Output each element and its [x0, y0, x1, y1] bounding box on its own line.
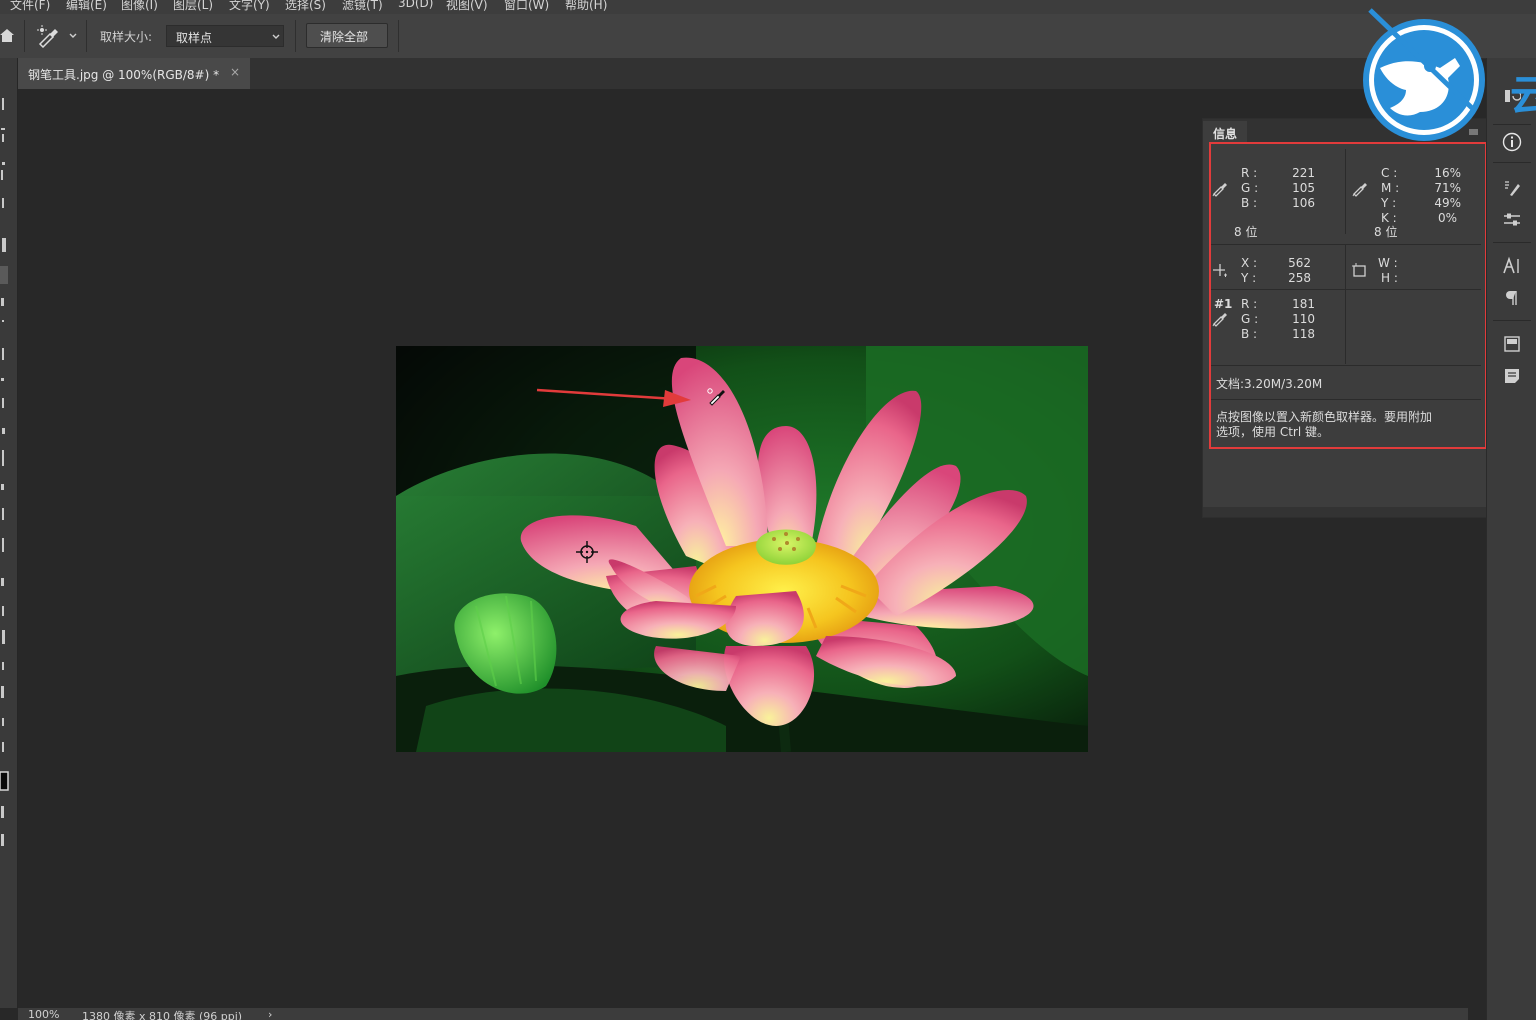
sample-size-label: 取样大小: — [100, 30, 153, 44]
cmyk-k-label: K : — [1381, 211, 1397, 225]
panel-divider — [1345, 245, 1346, 289]
hint-line-2: 选项，使用 Ctrl 键。 — [1216, 425, 1329, 439]
options-bar: 取样大小: 取样点 清除全部 — [0, 14, 1536, 59]
menu-file[interactable]: 文件(F) — [10, 0, 50, 13]
character-icon[interactable] — [1499, 254, 1525, 278]
sampler-1-b-value: 118 — [1292, 327, 1315, 341]
panel-resize-handle[interactable] — [1203, 507, 1487, 517]
sample-size-select[interactable]: 取样点 — [166, 25, 284, 47]
cmyk-m-value: 71% — [1434, 181, 1461, 195]
options-divider — [295, 20, 296, 52]
document-tab[interactable]: 钢笔工具.jpg @ 100%(RGB/8#) * × — [18, 58, 250, 89]
libraries-icon[interactable] — [1499, 332, 1525, 356]
cmyk-bits: 8 位 — [1374, 225, 1398, 239]
menu-edit[interactable]: 编辑(E) — [66, 0, 107, 13]
menu-bar: 文件(F) 编辑(E) 图像(I) 图层(L) 文字(Y) 选择(S) 滤镜(T… — [0, 0, 1536, 14]
position-x-value: 562 — [1288, 256, 1311, 270]
annotation-arrow — [536, 388, 691, 407]
dock-divider — [1493, 242, 1531, 243]
menu-window[interactable]: 窗口(W) — [504, 0, 549, 13]
document-dimensions: 1380 像素 x 810 像素 (96 ppi) — [82, 1010, 243, 1020]
sample-size-value: 取样点 — [176, 31, 213, 45]
panel-dock — [1486, 58, 1536, 1020]
dock-divider — [1493, 162, 1531, 163]
home-icon[interactable] — [0, 26, 14, 44]
crosshair-icon — [1211, 261, 1229, 282]
eyedropper-icon — [1211, 179, 1229, 200]
color-sampler-marker-icon[interactable] — [574, 539, 600, 565]
position-y-label: Y : — [1241, 271, 1257, 285]
menu-type[interactable]: 文字(Y) — [229, 0, 270, 13]
cmyk-y-label: Y : — [1381, 196, 1397, 210]
menu-image[interactable]: 图像(I) — [121, 0, 158, 13]
sampler-1-r-label: R : — [1241, 297, 1258, 311]
menu-3d[interactable]: 3D(D) — [398, 0, 433, 10]
paragraph-icon[interactable] — [1499, 286, 1525, 310]
tools-panel — [0, 58, 18, 1008]
size-h-label: H : — [1381, 271, 1398, 285]
eyedropper-icon — [1211, 309, 1229, 330]
notes-icon[interactable] — [1499, 364, 1525, 388]
document-tab-bar: 钢笔工具.jpg @ 100%(RGB/8#) * × — [18, 58, 1468, 89]
rgb-g-label: G : — [1241, 181, 1259, 195]
menu-help[interactable]: 帮助(H) — [565, 0, 607, 13]
chevron-down-icon — [272, 34, 280, 39]
panel-divider — [1209, 365, 1481, 366]
tab-info-label: 信息 — [1213, 127, 1238, 141]
rgb-r-label: R : — [1241, 166, 1258, 180]
eyedropper-icon — [1351, 179, 1369, 200]
panel-divider — [1345, 149, 1346, 234]
rgb-b-value: 106 — [1292, 196, 1315, 210]
lotus-photo[interactable] — [396, 346, 1088, 752]
menu-select[interactable]: 选择(S) — [285, 0, 326, 13]
rgb-b-label: B : — [1241, 196, 1258, 210]
cmyk-c-label: C : — [1381, 166, 1398, 180]
tools-icons-strip[interactable] — [0, 58, 17, 1008]
zoom-level[interactable]: 100% — [28, 1008, 59, 1020]
rgb-r-value: 221 — [1292, 166, 1315, 180]
panel-divider — [1345, 290, 1346, 364]
sampler-1-g-label: G : — [1241, 312, 1259, 326]
status-menu-chevron-icon[interactable]: › — [268, 1008, 272, 1020]
watermark-text: 云 — [1510, 71, 1536, 120]
close-tab-icon[interactable]: × — [230, 65, 240, 79]
position-y-value: 258 — [1288, 271, 1311, 285]
tool-preset-chevron-down-icon[interactable] — [68, 30, 78, 40]
watermark-logo: 云 — [1360, 8, 1536, 148]
cmyk-y-value: 49% — [1434, 196, 1461, 210]
options-divider — [398, 20, 399, 52]
rgb-bits: 8 位 — [1234, 225, 1258, 239]
cmyk-k-value: 0% — [1437, 211, 1457, 225]
menu-layer[interactable]: 图层(L) — [173, 0, 213, 13]
selection-size-icon — [1351, 261, 1369, 282]
status-bar: 100% 1380 像素 x 810 像素 (96 ppi) › — [18, 1008, 1468, 1020]
panel-divider — [1209, 399, 1481, 400]
position-x-label: X : — [1241, 256, 1258, 270]
tab-info[interactable]: 信息 — [1203, 121, 1247, 143]
menu-view[interactable]: 视图(V) — [446, 0, 488, 13]
menu-filter[interactable]: 滤镜(T) — [342, 0, 383, 13]
color-sampler-tool-icon[interactable] — [36, 24, 64, 49]
size-w-label: W : — [1378, 256, 1398, 270]
cmyk-m-label: M : — [1381, 181, 1400, 195]
sampler-1-r-value: 181 — [1292, 297, 1315, 311]
info-panel: 信息 R : G : B : 221 105 106 8 位 C : M : Y… — [1202, 118, 1488, 518]
rgb-g-value: 105 — [1292, 181, 1315, 195]
cmyk-c-value: 16% — [1434, 166, 1461, 180]
clear-all-label: 清除全部 — [320, 30, 369, 44]
brush-settings-icon[interactable] — [1499, 176, 1525, 200]
hint-line-1: 点按图像以置入新颜色取样器。要用附加 — [1216, 410, 1433, 424]
sampler-1-b-label: B : — [1241, 327, 1258, 341]
options-divider — [24, 20, 25, 52]
eyedropper-cursor-icon — [707, 388, 725, 406]
document-size: 文档:3.20M/3.20M — [1216, 377, 1323, 391]
document-tab-title: 钢笔工具.jpg @ 100%(RGB/8#) * — [28, 68, 220, 82]
clear-all-button[interactable]: 清除全部 — [306, 23, 388, 48]
sampler-1-g-value: 110 — [1292, 312, 1315, 326]
dock-divider — [1493, 320, 1531, 321]
adjustments-sliders-icon[interactable] — [1499, 208, 1525, 232]
options-divider — [86, 20, 87, 52]
